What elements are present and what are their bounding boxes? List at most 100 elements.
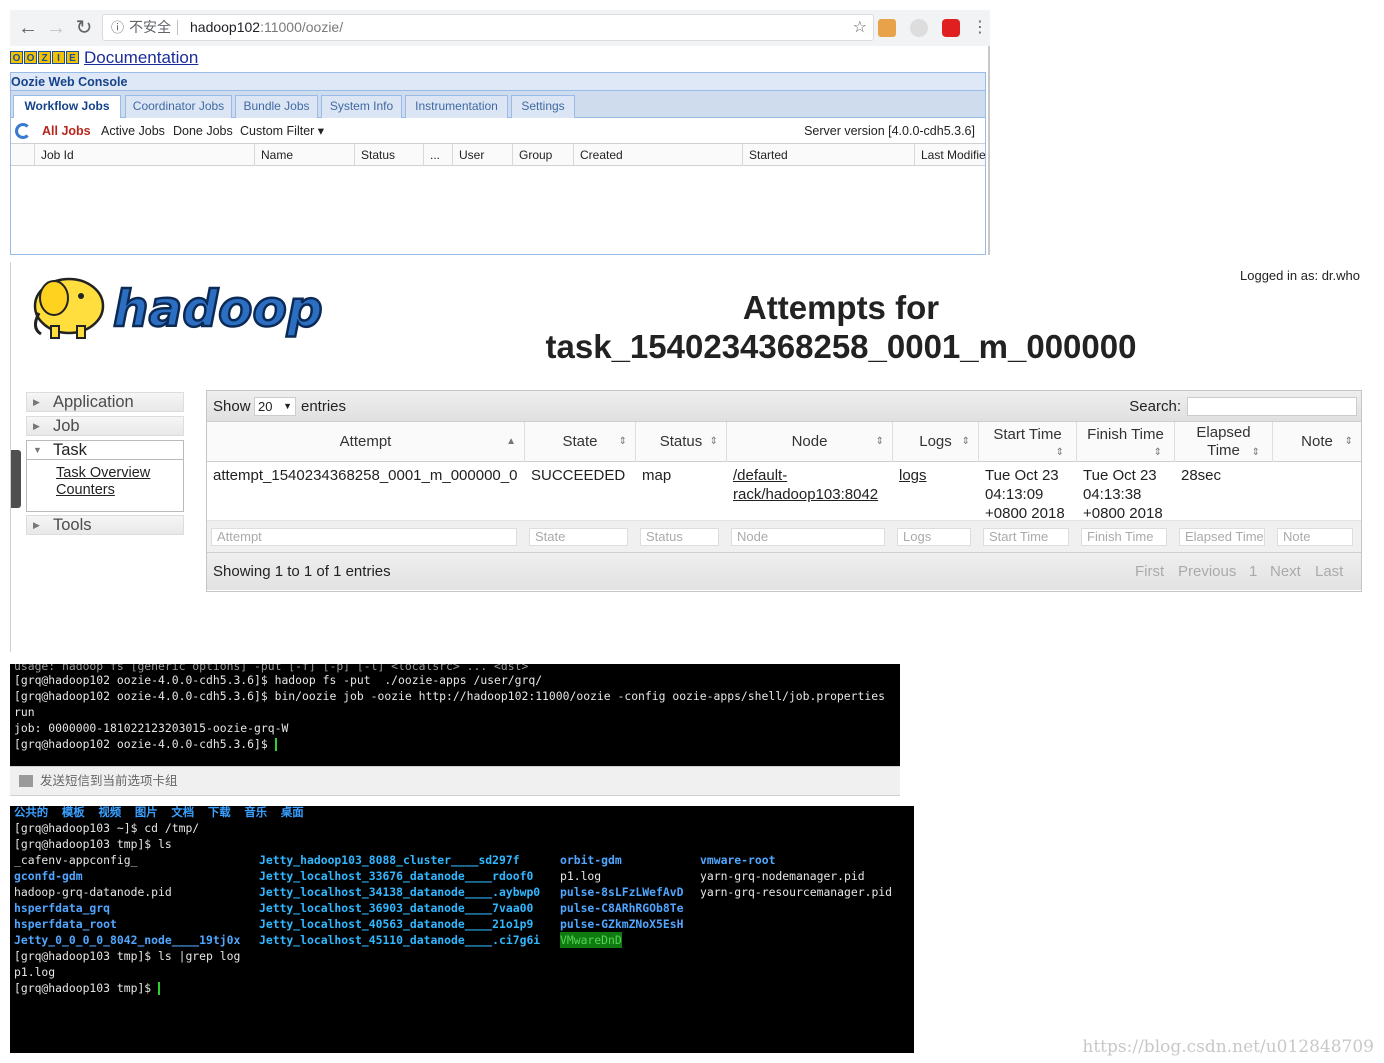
pager-page-1[interactable]: 1 [1249,561,1257,582]
pager-next[interactable]: Next [1270,561,1301,582]
page-title: Attempts for task_1540234368258_0001_m_0… [451,288,1231,366]
ls-entry: vmware-root [700,853,776,867]
col-more[interactable]: ... [423,144,453,166]
sort-icon: ⇕ [961,436,970,447]
filter-done-jobs[interactable]: Done Jobs [173,118,233,144]
address-bar[interactable]: ⓘ 不安全 hadoop102:11000/oozie/ ☆ [102,14,874,41]
nav-tools[interactable]: ▶ Tools [26,515,184,535]
tab-workflow-jobs[interactable]: Workflow Jobs [13,95,121,119]
col-group[interactable]: Group [512,144,574,166]
nav-task-overview-link[interactable]: Task Overview [56,465,183,482]
terminal-hadoop102[interactable]: usage: hadoop fs [generic options] -put … [10,664,900,766]
forward-icon[interactable]: → [44,16,68,40]
th-attempt[interactable]: Attempt ▲ [207,422,525,462]
caret-right-icon: ▶ [33,520,40,530]
th-finish-time[interactable]: Finish Time ⇕ [1077,422,1175,462]
browser-window: ← → ↻ ⓘ 不安全 hadoop102:11000/oozie/ ☆ ⋮ O… [10,10,990,255]
reload-icon[interactable]: ↻ [72,16,96,40]
cell-node: /default-rack/hadoop103:8042 [733,466,878,504]
terminal-hadoop103[interactable]: 公共的 模板 视频 图片 文档 下载 音乐 桌面 [grq@hadoop103 … [10,806,914,1053]
pager-last[interactable]: Last [1315,561,1343,582]
col-created[interactable]: Created [573,144,743,166]
col-status[interactable]: Status [354,144,424,166]
filter-custom[interactable]: Custom Filter ▾ [240,118,324,144]
filter-node[interactable]: Node [731,528,885,546]
th-node[interactable]: Node ⇕ [727,422,893,462]
terminal-prompt: [grq@hadoop102 oozie-4.0.0-cdh5.3.6]$ [14,737,275,751]
col-job-id[interactable]: Job Id [34,144,255,166]
send-to-tabs-bar[interactable]: 发送短信到当前选项卡组 [10,766,900,796]
filter-state[interactable]: State [529,528,628,546]
menu-icon[interactable]: ⋮ [968,16,992,40]
page-title-line1: Attempts for [742,289,940,326]
extension-icon[interactable] [878,19,896,37]
nav-counters-link[interactable]: Counters [56,482,183,499]
back-icon[interactable]: ← [16,16,40,40]
ls-entry: pulse-C8ARhRGOb8Te [560,901,684,915]
th-status[interactable]: Status ⇕ [636,422,727,462]
filter-attempt[interactable]: Attempt [211,528,517,546]
oozie-console: Oozie Web Console Workflow Jobs Coordina… [10,72,986,255]
star-icon[interactable]: ☆ [853,15,867,40]
tab-settings[interactable]: Settings [511,95,575,118]
nav-task[interactable]: ▼ Task [26,440,184,460]
filter-all-jobs[interactable]: All Jobs [42,118,91,144]
sort-icon: ⇕ [709,436,718,447]
job-filter-bar: All Jobs Active Jobs Done Jobs Custom Fi… [11,118,985,144]
ls-entry: pulse-GZkmZNoX5EsH [560,917,684,931]
tab-coordinator-jobs[interactable]: Coordinator Jobs [125,95,232,118]
filter-elapsed-time[interactable]: Elapsed Time [1179,528,1265,546]
extension-icon-3[interactable] [942,19,960,37]
documentation-link[interactable]: Documentation [84,48,198,68]
th-note[interactable]: Note ⇕ [1273,422,1361,462]
pager-first[interactable]: First [1135,561,1164,582]
hadoop-page: hadoop Logged in as: dr.who Attempts for… [10,262,1374,652]
info-icon[interactable]: ⓘ [111,15,124,40]
filter-logs[interactable]: Logs [897,528,971,546]
filter-note[interactable]: Note [1277,528,1353,546]
oozie-logo-letter: O [24,51,37,64]
cursor-icon [274,738,277,751]
cell-attempt: attempt_1540234368258_0001_m_000000_0 [213,467,518,484]
nav-application[interactable]: ▶ Application [26,392,184,412]
th-state[interactable]: State ⇕ [525,422,636,462]
terminal-line: job: 0000000-181022123203015-oozie-grq-W [14,721,289,735]
ls-entry: Jetty_localhost_40563_datanode____21o1p9 [259,917,534,931]
filter-finish-time[interactable]: Finish Time [1081,528,1167,546]
col-name[interactable]: Name [254,144,355,166]
tab-bundle-jobs[interactable]: Bundle Jobs [235,95,318,118]
oozie-logo-letter: Z [38,51,51,64]
terminal-line: [grq@hadoop103 tmp]$ ls |grep log [14,949,241,963]
filter-active-jobs[interactable]: Active Jobs [101,118,165,144]
tab-instrumentation[interactable]: Instrumentation [405,95,508,118]
node-link[interactable]: /default-rack/hadoop103:8042 [733,467,878,503]
col-last-modified[interactable]: Last Modifie [914,144,985,166]
nav-application-label: Application [53,393,134,411]
filter-status[interactable]: Status [640,528,719,546]
table-header: Attempt ▲ State ⇕ Status ⇕ Node ⇕ Logs ⇕ Star… [207,422,1361,462]
nav-job[interactable]: ▶ Job [26,416,184,436]
search-input[interactable] [1187,397,1357,416]
col-started[interactable]: Started [742,144,915,166]
extension-icon-2[interactable] [910,19,928,37]
col-user[interactable]: User [452,144,513,166]
ls-entry: gconfd-gdm [14,869,83,883]
logs-link[interactable]: logs [899,467,927,484]
side-handle[interactable] [11,450,21,508]
pager-previous[interactable]: Previous [1178,561,1236,582]
th-elapsed-time[interactable]: Elapsed Time ⇕ [1175,422,1273,462]
refresh-icon[interactable] [15,123,31,139]
terminal-line: p1.log [14,965,56,979]
cell-start-time: Tue Oct 23 04:13:09 +0800 2018 [985,467,1065,522]
ls-entry: Jetty_localhost_33676_datanode____rdoof0 [259,869,534,883]
tab-system-info[interactable]: System Info [321,95,402,118]
th-start-time[interactable]: Start Time ⇕ [979,422,1077,462]
terminal-prompt: [grq@hadoop103 tmp]$ [14,981,159,995]
console-title: Oozie Web Console [11,73,985,91]
th-logs[interactable]: Logs ⇕ [893,422,979,462]
terminal-line: [grq@hadoop103 tmp]$ ls [14,837,172,851]
filter-start-time[interactable]: Start Time [983,528,1069,546]
cell-finish-time: Tue Oct 23 04:13:38 +0800 2018 [1083,467,1163,522]
page-length-select[interactable]: 20 ▼ [254,397,296,416]
nav-job-label: Job [53,417,80,435]
